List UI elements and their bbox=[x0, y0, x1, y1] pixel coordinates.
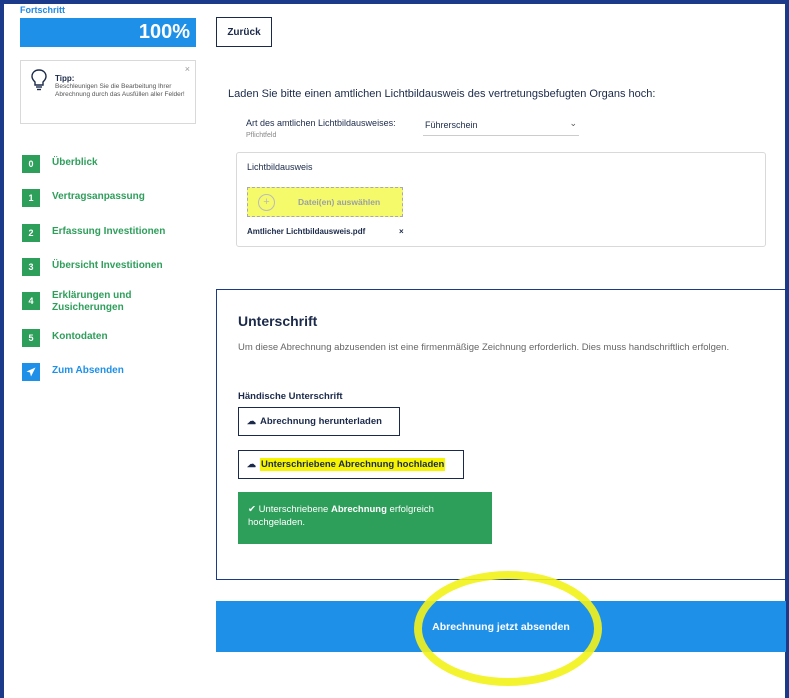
lightbulb-icon bbox=[31, 69, 47, 96]
step-number: 4 bbox=[22, 292, 40, 310]
tip-close-icon[interactable]: × bbox=[185, 64, 190, 74]
upload-success-message: ✔ Unterschriebene Abrechnung erfolgreich… bbox=[238, 492, 492, 544]
progress-value: 100% bbox=[138, 21, 190, 43]
doc-type-select[interactable]: Führerschein ⌄ bbox=[423, 114, 579, 136]
window-frame-top bbox=[0, 0, 789, 4]
success-text-bold: Abrechnung bbox=[330, 504, 387, 515]
required-hint: Pflichtfeld bbox=[246, 132, 277, 139]
step-label: Vertragsanpassung bbox=[52, 191, 145, 202]
signature-title: Unterschrift bbox=[238, 313, 318, 329]
plus-icon: + bbox=[258, 194, 275, 211]
tip-box: Tipp: Beschleunigen Sie die Bearbeitung … bbox=[20, 60, 196, 124]
download-statement-button[interactable]: ☁ Abrechnung herunterladen bbox=[238, 407, 400, 436]
photo-id-upload-box: Lichtbildausweis + Datei(en) auswählen A… bbox=[236, 152, 766, 247]
step-number: 5 bbox=[22, 329, 40, 347]
send-icon bbox=[22, 363, 40, 381]
step-number: 2 bbox=[22, 224, 40, 242]
step-number: 0 bbox=[22, 155, 40, 173]
uploaded-file-name: Amtlicher Lichtbildausweis.pdf bbox=[247, 227, 366, 236]
remove-file-icon[interactable]: × bbox=[399, 227, 404, 236]
back-button[interactable]: Zurück bbox=[216, 17, 272, 47]
doc-type-label: Art des amtlichen Lichtbildausweises: bbox=[246, 118, 396, 128]
signature-text: Um diese Abrechnung abzusenden ist eine … bbox=[238, 342, 730, 353]
chevron-down-icon: ⌄ bbox=[569, 118, 577, 128]
step-label: Erfassung Investitionen bbox=[52, 226, 166, 237]
check-icon: ✔ bbox=[248, 504, 256, 515]
step-label: Übersicht Investitionen bbox=[52, 260, 163, 271]
signature-panel: Unterschrift Um diese Abrechnung abzusen… bbox=[216, 289, 786, 580]
upload-signed-statement-button[interactable]: ☁ Unterschriebene Abrechnung hochladen bbox=[238, 450, 464, 479]
cloud-download-icon: ☁ bbox=[247, 416, 256, 426]
cloud-upload-icon: ☁ bbox=[247, 459, 256, 469]
handwritten-signature-label: Händische Unterschrift bbox=[238, 391, 343, 402]
download-statement-label: Abrechnung herunterladen bbox=[260, 416, 382, 427]
window-frame-left bbox=[0, 0, 4, 698]
success-text-pre: Unterschriebene bbox=[258, 504, 331, 515]
upload-heading: Laden Sie bitte einen amtlichen Lichtbil… bbox=[228, 88, 656, 100]
tip-title: Tipp: bbox=[55, 74, 75, 83]
upload-box-title: Lichtbildausweis bbox=[247, 162, 313, 172]
progress-bar: 100% bbox=[20, 18, 196, 47]
tip-text: Beschleunigen Sie die Bearbeitung Ihrer … bbox=[55, 83, 185, 98]
step-label: Zum Absenden bbox=[52, 365, 124, 376]
doc-type-value: Führerschein bbox=[425, 120, 478, 130]
upload-signed-statement-label: Unterschriebene Abrechnung hochladen bbox=[260, 458, 446, 471]
progress-label: Fortschritt bbox=[20, 5, 65, 15]
step-label: Kontodaten bbox=[52, 331, 108, 342]
step-number: 1 bbox=[22, 189, 40, 207]
file-dropzone[interactable]: + Datei(en) auswählen bbox=[247, 187, 403, 217]
select-files-label: Datei(en) auswählen bbox=[298, 197, 381, 207]
step-number: 3 bbox=[22, 258, 40, 276]
step-label: Überblick bbox=[52, 157, 98, 168]
step-label: Erklärungen und Zusicherungen bbox=[52, 290, 132, 313]
submit-statement-button[interactable]: Abrechnung jetzt absenden bbox=[216, 601, 786, 652]
